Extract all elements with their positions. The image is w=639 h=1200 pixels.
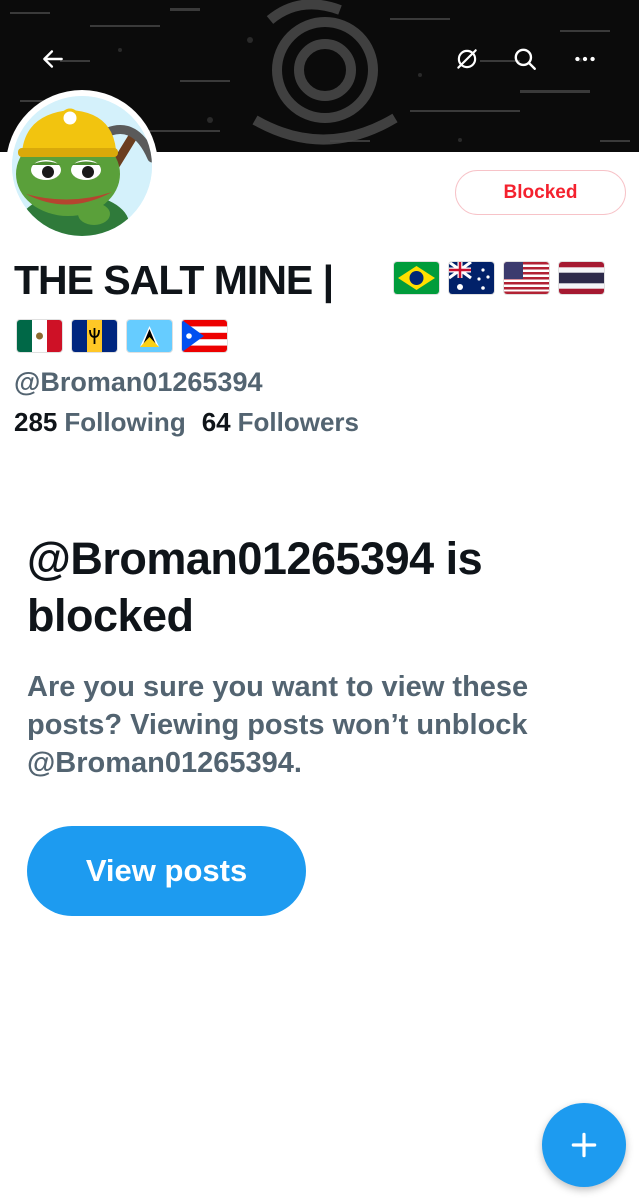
blocked-notice-description: Are you sure you want to view these post… bbox=[27, 671, 529, 779]
more-horizontal-icon bbox=[575, 56, 595, 62]
mexico-flag-icon bbox=[17, 320, 62, 352]
thailand-flag-icon bbox=[559, 262, 604, 294]
profile-stats: 285 Following 64 Followers bbox=[14, 407, 375, 438]
more-button[interactable] bbox=[566, 40, 604, 78]
barbados-flag-icon bbox=[72, 320, 117, 352]
grok-icon bbox=[457, 49, 477, 69]
followers-label: Followers bbox=[237, 407, 359, 437]
usa-flag-icon bbox=[504, 262, 549, 294]
arrow-left-icon bbox=[43, 50, 63, 68]
following-link[interactable]: 285 Following bbox=[14, 407, 186, 438]
search-button[interactable] bbox=[506, 40, 544, 78]
plus-icon bbox=[571, 1132, 597, 1158]
blocked-notice-title: @Broman01265394 is blocked bbox=[27, 533, 483, 641]
profile-avatar[interactable] bbox=[6, 90, 158, 242]
followers-link[interactable]: 64 Followers bbox=[202, 407, 359, 438]
blocked-button[interactable]: Blocked bbox=[455, 170, 626, 215]
brazil-flag-icon bbox=[394, 262, 439, 294]
followers-count: 64 bbox=[201, 407, 231, 437]
grok-button[interactable] bbox=[448, 40, 486, 78]
avatar-image bbox=[12, 96, 152, 236]
flag-row-1 bbox=[394, 262, 604, 294]
following-count: 285 bbox=[14, 407, 58, 437]
flag-row-2 bbox=[17, 320, 227, 352]
view-posts-button[interactable]: View posts bbox=[27, 826, 306, 916]
compose-post-button[interactable] bbox=[542, 1103, 626, 1187]
search-icon bbox=[514, 48, 536, 70]
following-label: Following bbox=[64, 407, 186, 437]
saint-lucia-flag-icon bbox=[127, 320, 172, 352]
australia-flag-icon bbox=[449, 262, 494, 294]
back-button[interactable] bbox=[34, 40, 72, 78]
profile-handle: @Broman01265394 bbox=[14, 367, 263, 397]
puerto-rico-flag-icon bbox=[182, 320, 227, 352]
